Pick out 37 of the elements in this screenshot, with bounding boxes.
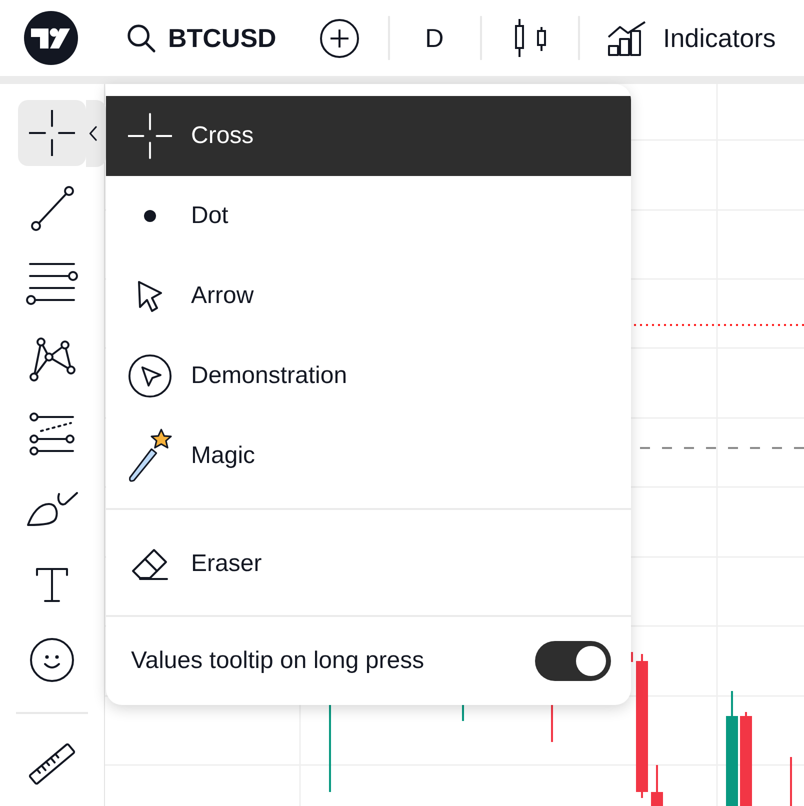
menu-item[interactable]: Demonstration — [106, 336, 631, 416]
menu-item[interactable]: Arrow — [106, 256, 631, 336]
bar-chart-icon — [608, 20, 646, 56]
plus-circle-icon — [320, 18, 359, 58]
candlestick-icon — [513, 18, 548, 58]
logo-icon — [24, 11, 78, 65]
menu-item[interactable]: Dot — [106, 176, 631, 256]
magic-wand-icon — [128, 428, 172, 484]
eraser-icon — [131, 548, 169, 580]
dot-icon — [144, 210, 156, 222]
tool-button[interactable] — [18, 100, 86, 166]
crosshair-icon — [128, 113, 172, 159]
brush-icon — [26, 492, 78, 528]
symbol-search-button[interactable]: BTCUSD — [126, 23, 286, 53]
crosshair-icon — [29, 110, 75, 156]
chart-type-button[interactable] — [513, 18, 548, 58]
search-icon — [126, 23, 156, 53]
candle — [651, 765, 663, 806]
pattern-icon — [28, 336, 76, 382]
horizontal-lines-icon — [26, 262, 78, 305]
interval-button[interactable]: D — [425, 25, 445, 51]
indicators-button[interactable]: Indicators — [608, 20, 776, 56]
cursor-arrow-icon — [138, 280, 162, 312]
fib-levels-icon — [29, 412, 75, 456]
cursor-circle-icon — [128, 353, 172, 399]
compare-button[interactable] — [320, 18, 359, 58]
menu-item[interactable]: Magic — [106, 416, 631, 496]
trend-line-icon — [30, 186, 74, 231]
expand-tab[interactable] — [86, 100, 106, 167]
ruler-icon — [28, 742, 76, 786]
toggle-label: Values tooltip on long press — [131, 646, 424, 676]
smiley-icon — [30, 638, 74, 682]
toggle-switch[interactable] — [535, 641, 611, 681]
menu-item[interactable]: Cross — [106, 96, 631, 176]
chevron-left-icon — [89, 126, 97, 141]
menu-item[interactable]: Eraser — [106, 524, 631, 604]
text-icon — [36, 568, 68, 602]
